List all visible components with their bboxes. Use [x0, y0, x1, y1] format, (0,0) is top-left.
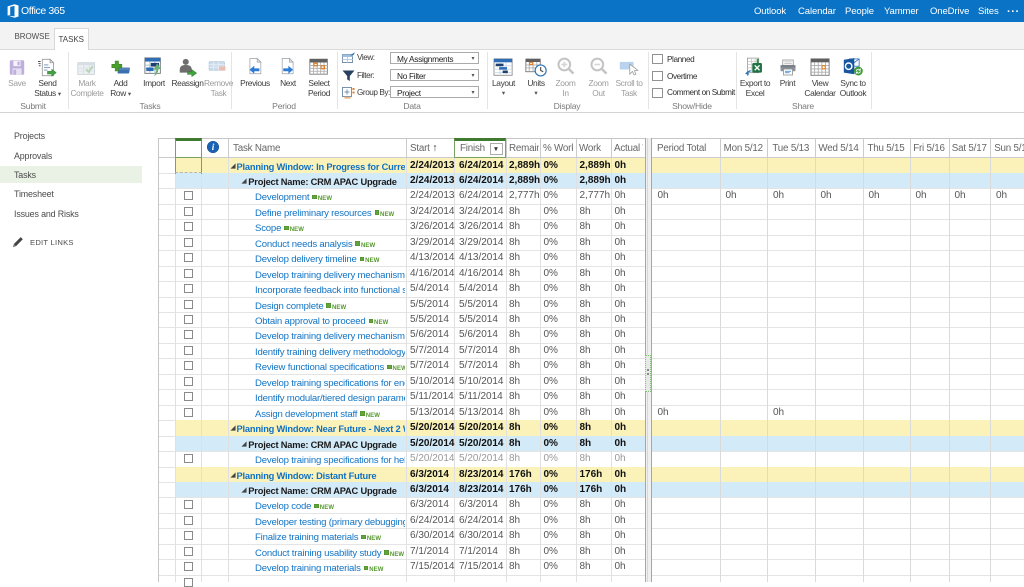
svg-text:i: i	[212, 142, 215, 152]
